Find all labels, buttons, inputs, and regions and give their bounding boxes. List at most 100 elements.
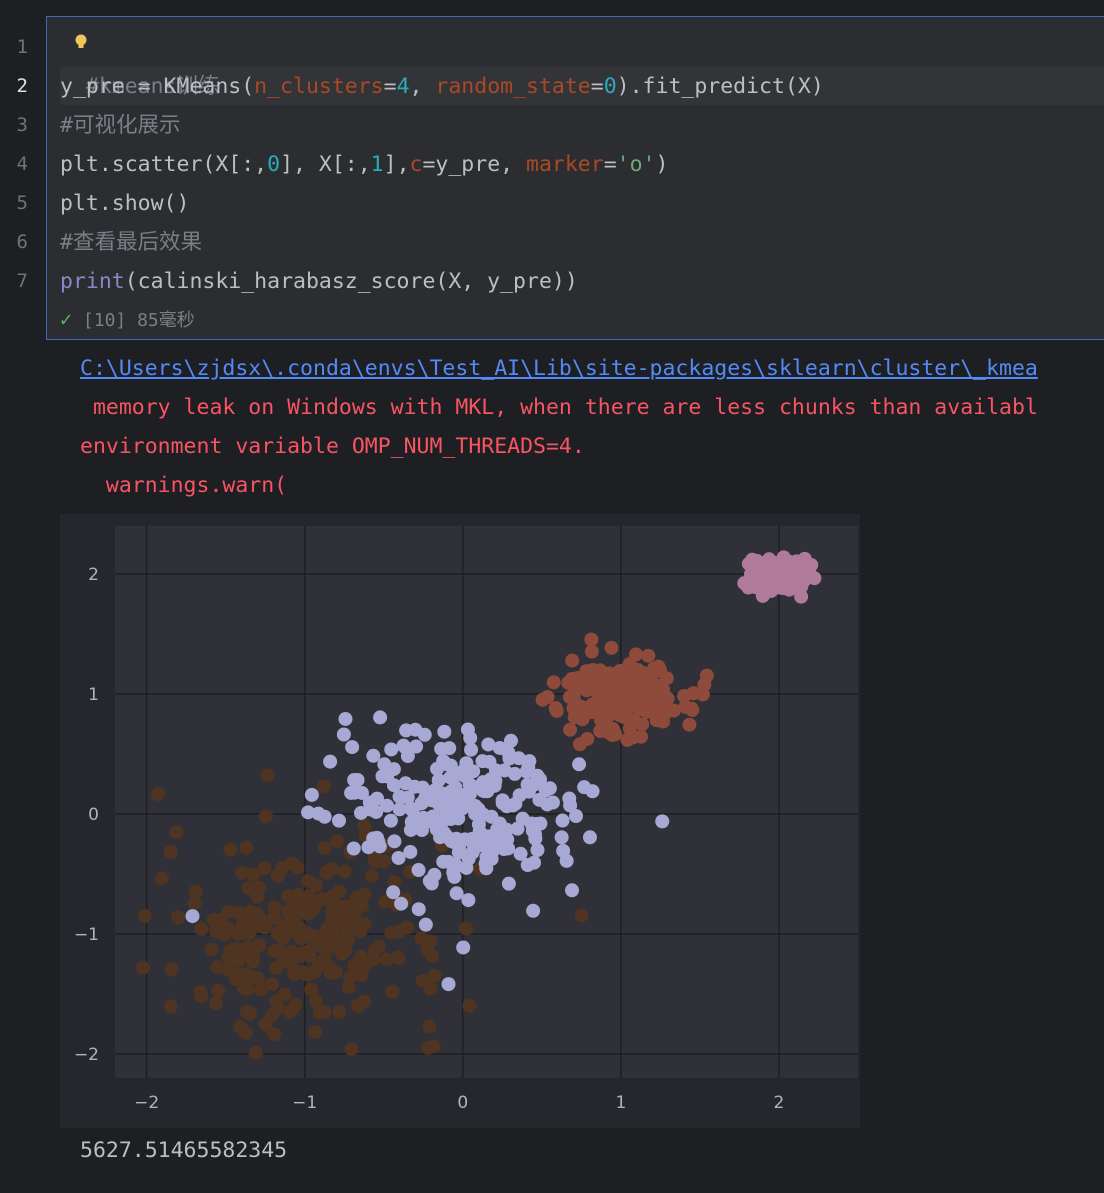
scatter-point xyxy=(294,948,309,963)
scatter-point xyxy=(464,742,479,757)
scatter-point xyxy=(604,640,619,655)
scatter-point xyxy=(208,996,223,1011)
scatter-point xyxy=(584,644,599,659)
scatter-point xyxy=(164,962,179,977)
scatter-point xyxy=(301,805,316,820)
scatter-point xyxy=(163,844,178,859)
scatter-point xyxy=(242,1006,257,1021)
scatter-point xyxy=(478,779,493,794)
keyword-arg: random_state xyxy=(435,74,591,99)
scatter-point xyxy=(338,942,353,957)
scatter-point xyxy=(436,754,451,769)
y-tick-label: 0 xyxy=(88,805,99,825)
scatter-point xyxy=(520,777,535,792)
scatter-point xyxy=(223,944,238,959)
scatter-point xyxy=(349,890,364,905)
scatter-point xyxy=(456,940,471,955)
code-line-3[interactable]: #可视化展示 xyxy=(60,106,180,145)
scatter-point xyxy=(208,924,223,939)
scatter-point xyxy=(574,908,589,923)
y-tick-label: −1 xyxy=(74,925,99,945)
scatter-point xyxy=(325,888,340,903)
code-token: ], xyxy=(383,152,410,177)
execution-status: ✓ [10] 85毫秒 xyxy=(60,306,195,332)
scatter-point xyxy=(423,934,438,949)
scatter-point xyxy=(644,686,659,701)
scatter-point xyxy=(794,579,809,594)
scatter-point xyxy=(554,830,569,845)
scatter-point xyxy=(427,968,442,983)
scatter-point xyxy=(678,699,693,714)
scatter-point xyxy=(188,884,203,899)
scatter-point xyxy=(267,900,282,915)
scatter-point xyxy=(194,922,209,937)
scatter-point xyxy=(257,861,272,876)
scatter-point xyxy=(565,653,580,668)
scatter-point xyxy=(250,907,265,922)
code-line-2[interactable]: y_pre = KMeans(n_clusters=4, random_stat… xyxy=(60,67,824,106)
scatter-point xyxy=(267,944,282,959)
warning-file-link[interactable]: C:\Users\zjdsx\.conda\envs\Test_AI\Lib\s… xyxy=(80,349,1038,388)
scatter-point xyxy=(323,754,338,769)
code-token: = xyxy=(603,152,617,177)
line-number: 4 xyxy=(16,153,28,175)
code-line-7[interactable]: print(calinski_harabasz_score(X, y_pre)) xyxy=(60,262,578,301)
scatter-point xyxy=(265,977,280,992)
scatter-point xyxy=(562,791,577,806)
scatter-point xyxy=(370,791,385,806)
scatter-point xyxy=(629,647,644,662)
scatter-point xyxy=(304,787,319,802)
scatter-point xyxy=(572,757,587,772)
code-token: plt.scatter(X[:, xyxy=(60,152,268,177)
scatter-point xyxy=(383,813,398,828)
scatter-point xyxy=(348,773,363,788)
builtin-function: print xyxy=(60,269,125,294)
scatter-point xyxy=(584,632,599,647)
scatter-point xyxy=(185,909,200,924)
scatter-point xyxy=(525,823,540,838)
keyword-arg: marker xyxy=(526,152,604,177)
code-line-4[interactable]: plt.scatter(X[:,0], X[:,1],c=y_pre, mark… xyxy=(60,145,668,184)
code-line-6[interactable]: #查看最后效果 xyxy=(60,223,202,262)
comment: #可视化展示 xyxy=(60,113,181,138)
code-token: = xyxy=(383,74,397,99)
scatter-point xyxy=(251,971,266,986)
scatter-point xyxy=(627,668,642,683)
scatter-point xyxy=(429,822,444,837)
number-literal: 4 xyxy=(396,74,410,99)
y-tick-label: −2 xyxy=(74,1045,99,1065)
scatter-point xyxy=(564,883,579,898)
y-tick-label: 2 xyxy=(88,565,99,585)
code-token: plt.show() xyxy=(60,191,190,216)
scatter-point xyxy=(357,994,372,1009)
scatter-point xyxy=(295,965,310,980)
scatter-point xyxy=(441,977,456,992)
execution-duration: 85毫秒 xyxy=(137,310,195,331)
scatter-point xyxy=(418,917,433,932)
scatter-point xyxy=(386,885,401,900)
scatter-point xyxy=(346,841,361,856)
code-line-5[interactable]: plt.show() xyxy=(60,184,189,223)
code-token: =y_pre, xyxy=(422,152,527,177)
scatter-point xyxy=(441,854,456,869)
scatter-point xyxy=(309,878,324,893)
scatter-point xyxy=(316,779,331,794)
keyword-arg: n_clusters xyxy=(254,74,384,99)
scatter-point xyxy=(585,784,600,799)
scatter-point xyxy=(443,770,458,785)
code-token: , xyxy=(409,74,436,99)
code-token: ).fit_predict(X) xyxy=(616,74,824,99)
scatter-point xyxy=(332,1004,347,1019)
number-literal: 1 xyxy=(370,152,384,177)
x-tick-label: −1 xyxy=(292,1093,317,1113)
scatter-point xyxy=(442,741,457,756)
scatter-point xyxy=(497,763,512,778)
number-literal: 0 xyxy=(267,152,281,177)
scatter-point xyxy=(151,787,166,802)
scatter-point xyxy=(135,960,150,975)
scatter-point xyxy=(169,825,184,840)
scatter-point xyxy=(605,728,620,743)
scatter-point xyxy=(459,921,474,936)
scatter-point xyxy=(391,950,406,965)
line-number: 2 xyxy=(16,75,28,97)
